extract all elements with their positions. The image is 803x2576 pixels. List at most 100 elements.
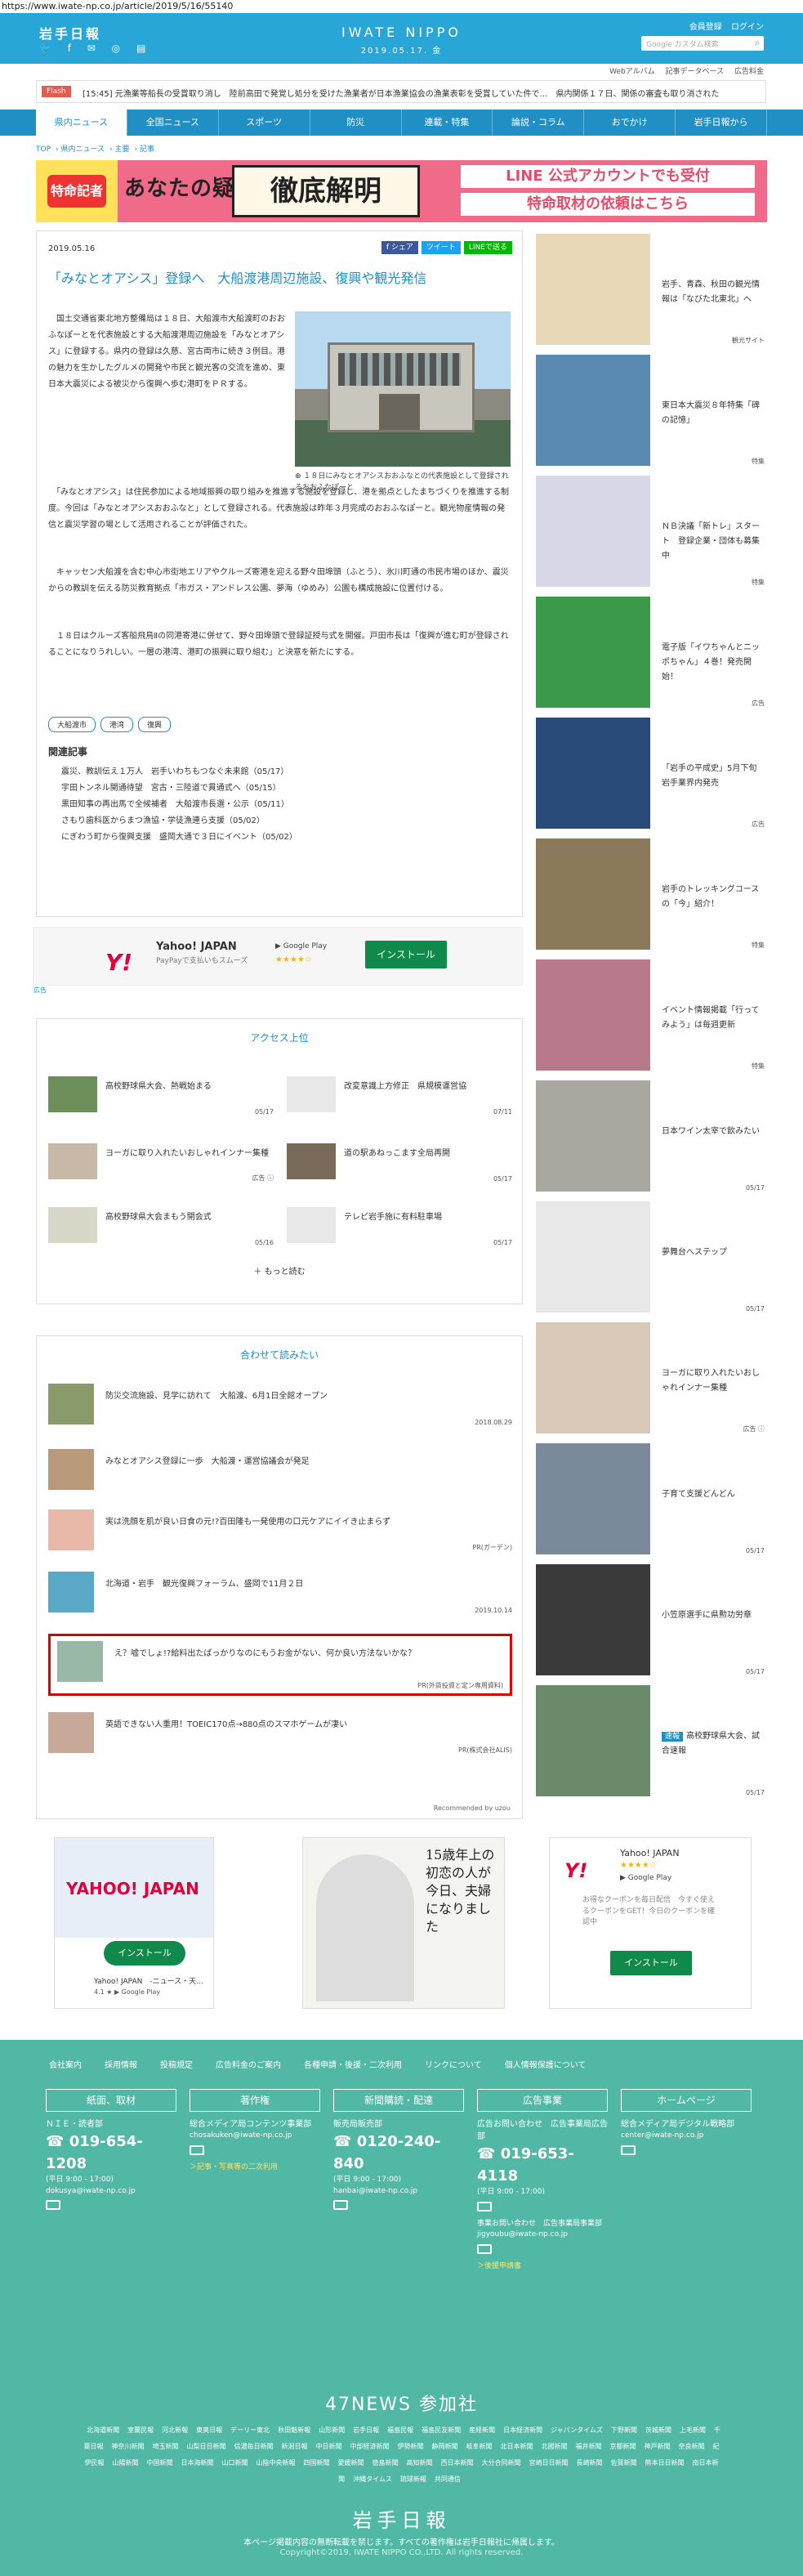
footer-link[interactable]: 採用情報 bbox=[105, 2058, 137, 2070]
nav-from-nippo[interactable]: 岩手日報から bbox=[676, 110, 767, 136]
member-paper-link[interactable]: デーリー東北 bbox=[230, 2426, 270, 2434]
recommend-item-highlighted[interactable]: え？嘘でしょ!?給料出たばっかりなのにもうお金がない、何か良い方法ないかな？ PR… bbox=[48, 1634, 512, 1696]
member-paper-link[interactable]: 岩手日報 bbox=[353, 2426, 379, 2434]
sidebar-item[interactable]: ヨーガに取り入れたいおしゃれインナー集種 広告 ⓘ bbox=[536, 1322, 765, 1437]
recommend-item[interactable]: 北海道・岩手 観光復興フォーラム、盛岡で11月２日 2019.10.14 bbox=[48, 1567, 512, 1617]
related-link[interactable]: さもり歯科医からまつ漁協・学徒漁連ら支援（05/02） bbox=[61, 813, 297, 830]
nav-local-news[interactable]: 県内ニュース bbox=[36, 110, 127, 136]
sidebar-item[interactable]: 岩手、青森、秋田の観光情報は「なびた北東北」へ 観光サイト bbox=[536, 234, 765, 348]
member-paper-link[interactable]: 岐阜新聞 bbox=[466, 2443, 493, 2450]
member-paper-link[interactable]: 山梨日日新聞 bbox=[187, 2443, 226, 2450]
member-paper-link[interactable]: 佐賀新聞 bbox=[611, 2459, 637, 2466]
member-paper-link[interactable]: 琉球新報 bbox=[400, 2475, 426, 2483]
tag-ofunato[interactable]: 大船渡市 bbox=[48, 717, 96, 732]
related-link[interactable]: 震災、教訓伝え１万人 岩手いわちもつなぐ未来館（05/17） bbox=[61, 764, 297, 780]
ranking-item[interactable]: ヨーガに取り入れたいおしゃれインナー集種 広告 ⓘ bbox=[48, 1140, 274, 1183]
flash-text[interactable]: [15:45] 元漁業等船長の受賞取り消し 陸前高田で発覚し処分を受けた漁業者が… bbox=[83, 87, 756, 99]
uzou-credit[interactable]: Recommended by uzou bbox=[434, 1805, 511, 1812]
member-paper-link[interactable]: 埼玉新聞 bbox=[153, 2443, 179, 2450]
sidebar-item[interactable]: 岩手のトレッキングコースの「今」紹介！ 特集 bbox=[536, 839, 765, 953]
footer-tel[interactable]: ☎ 0120-240-840 bbox=[333, 2131, 464, 2175]
member-paper-link[interactable]: 中日新聞 bbox=[316, 2443, 342, 2450]
member-paper-link[interactable]: 産経新聞 bbox=[469, 2426, 495, 2434]
sidebar-item[interactable]: 電子版「イワちゃんとニッポちゃん」４巻！発売開始！ 広告 bbox=[536, 597, 765, 711]
mail-icon[interactable] bbox=[621, 2144, 636, 2155]
member-paper-link[interactable]: 伊勢新聞 bbox=[398, 2443, 424, 2450]
crumb-local[interactable]: 県内ニュース bbox=[60, 145, 105, 154]
search-input[interactable]: Google カスタム検索 ⌕ bbox=[641, 36, 764, 51]
ranking-item[interactable]: 改変意識上方修正 県規模運営協 07/11 bbox=[287, 1073, 512, 1116]
yahoo-coupon-ad[interactable]: Y! Yahoo! JAPAN ★★★★☆ ▶ Google Play お得なク… bbox=[549, 1837, 752, 2009]
member-paper-link[interactable]: 福井新聞 bbox=[576, 2443, 602, 2450]
address-bar[interactable]: https://www.iwate-np.co.jp/article/2019/… bbox=[0, 0, 803, 13]
member-paper-link[interactable]: 高知新聞 bbox=[407, 2459, 433, 2466]
member-paper-link[interactable]: 徳島新聞 bbox=[373, 2459, 399, 2466]
member-paper-link[interactable]: 沖縄タイムス bbox=[353, 2475, 392, 2483]
sidebar-item[interactable]: 東日本大震災８年特集「碑の記憶」 特集 bbox=[536, 355, 765, 469]
member-paper-link[interactable]: 福島民友新聞 bbox=[422, 2426, 461, 2434]
ranking-item[interactable]: 道の駅あねっこます全局再開 05/17 bbox=[287, 1140, 512, 1183]
member-paper-link[interactable]: 新潟日報 bbox=[282, 2443, 308, 2450]
member-paper-link[interactable]: 静岡新聞 bbox=[432, 2443, 458, 2450]
sidebar-item[interactable]: 子育て支援どんどん 05/17 bbox=[536, 1443, 765, 1558]
member-paper-link[interactable]: 山陽新聞 bbox=[113, 2459, 139, 2466]
sub-link[interactable]: 広告料金 bbox=[734, 68, 764, 76]
sidebar-item[interactable]: 「岩手の平成史」5月下旬岩手業界内発売 広告 bbox=[536, 718, 765, 832]
mail-icon[interactable] bbox=[190, 2144, 204, 2155]
member-paper-link[interactable]: 山陰中央新報 bbox=[257, 2459, 296, 2466]
footer-link[interactable]: 個人情報保護について bbox=[505, 2058, 587, 2070]
member-paper-link[interactable]: 北日本新聞 bbox=[501, 2443, 533, 2450]
sub-link[interactable]: Webアルバム bbox=[609, 68, 655, 76]
footer-secondary-link[interactable]: ＞記事・写真等の二次利用 bbox=[190, 2162, 320, 2174]
sidebar-item[interactable]: 速報 高校野球県大会、試合速報 05/17 bbox=[536, 1685, 765, 1800]
tokumei-banner[interactable]: 特命記者 あなたの疑問 徹底解明 LINE 公式アカウントでも受付 特命取材の依… bbox=[36, 160, 767, 222]
member-paper-link[interactable]: 秋田魁新報 bbox=[278, 2426, 310, 2434]
flash-news[interactable]: Flash [15:45] 元漁業等船長の受賞取り消し 陸前高田で発覚し処分を受… bbox=[36, 80, 766, 103]
related-link[interactable]: 黒田知事の再出馬で全候補者 大船渡市長選・公示（05/11） bbox=[61, 797, 297, 813]
member-paper-link[interactable]: 茨城新聞 bbox=[645, 2426, 671, 2434]
member-paper-link[interactable]: 四国新聞 bbox=[304, 2459, 330, 2466]
ad-label[interactable]: 広告 bbox=[33, 986, 47, 995]
recommend-item[interactable]: 英語できない人重用！TOEIC170点→880点のスマホゲームが凄い PR(株式会… bbox=[48, 1707, 512, 1758]
member-paper-link[interactable]: 大分合同新聞 bbox=[482, 2459, 521, 2466]
facebook-share-button[interactable]: f シェア bbox=[381, 241, 418, 254]
sidebar-item[interactable]: 日本ワイン太宰で飲みたい 05/17 bbox=[536, 1080, 765, 1195]
sidebar-item[interactable]: ＮＢ決議「新トレ」スタート 登録企業・団体も募集中 特集 bbox=[536, 476, 765, 590]
member-paper-link[interactable]: 奈良新聞 bbox=[679, 2443, 705, 2450]
mail-icon[interactable] bbox=[333, 2200, 348, 2210]
footer-tel[interactable]: ☎ 019-654-1208 bbox=[46, 2131, 176, 2175]
footer-mail[interactable]: dokusya@iwate-np.co.jp bbox=[46, 2186, 176, 2198]
login-link[interactable]: ログイン bbox=[731, 23, 764, 32]
footer-secondary-link[interactable]: ＞後援申請書 bbox=[477, 2261, 608, 2273]
member-paper-link[interactable]: 中部経済新聞 bbox=[350, 2443, 390, 2450]
install-button[interactable]: インストール bbox=[610, 1951, 692, 1975]
tweet-button[interactable]: ツイート bbox=[421, 241, 461, 254]
nav-features[interactable]: 連載・特集 bbox=[402, 110, 493, 136]
member-paper-link[interactable]: ジャパンタイムズ bbox=[551, 2426, 603, 2434]
crumb-top[interactable]: TOP bbox=[36, 145, 51, 154]
member-paper-link[interactable]: 中国新聞 bbox=[147, 2459, 173, 2466]
ranking-item[interactable]: 高校野球県大会、熱戦始まる 05/17 bbox=[48, 1073, 274, 1116]
footer-link[interactable]: 投稿規定 bbox=[160, 2058, 193, 2070]
footer-mail[interactable]: chosakuken@iwate-np.co.jp bbox=[190, 2131, 320, 2142]
tag-recovery[interactable]: 復興 bbox=[138, 717, 172, 732]
sub-link[interactable]: 記事データベース bbox=[666, 68, 725, 76]
ranking-item[interactable]: 高校野球県大会まもう開会式 05/16 bbox=[48, 1204, 274, 1246]
member-paper-link[interactable]: 長崎新聞 bbox=[577, 2459, 603, 2466]
zoom-icon[interactable]: ⊕ bbox=[295, 472, 301, 481]
member-paper-link[interactable]: 神奈川新聞 bbox=[112, 2443, 145, 2450]
manga-ad[interactable]: 15歳年上の初恋の人が今日、夫婦になりました bbox=[302, 1837, 505, 2009]
read-more-button[interactable]: ＋ もっと読む bbox=[37, 1264, 522, 1277]
install-button[interactable]: インストール bbox=[365, 941, 447, 968]
member-paper-link[interactable]: 室蘭民報 bbox=[127, 2426, 154, 2434]
footer-tel[interactable]: ☎ 019-653-4118 bbox=[477, 2143, 608, 2187]
member-paper-link[interactable]: 神戸新聞 bbox=[645, 2443, 671, 2450]
nav-sports[interactable]: スポーツ bbox=[219, 110, 310, 136]
member-paper-link[interactable]: 下野新聞 bbox=[611, 2426, 637, 2434]
mail-icon[interactable] bbox=[477, 2201, 492, 2212]
yahoo-app-ad[interactable]: YAHOO! JAPAN インストール Yahoo! JAPAN -ニュース・天… bbox=[54, 1837, 214, 2009]
search-icon[interactable]: ⌕ bbox=[755, 38, 760, 49]
footer-link[interactable]: 各種申請・後援・二次利用 bbox=[304, 2058, 402, 2070]
footer-mail[interactable]: 事業お問い合わせ 広告事業局事業部 jigyoubu@iwate-np.co.j… bbox=[477, 2219, 609, 2241]
member-paper-link[interactable]: 日本海新聞 bbox=[181, 2459, 214, 2466]
